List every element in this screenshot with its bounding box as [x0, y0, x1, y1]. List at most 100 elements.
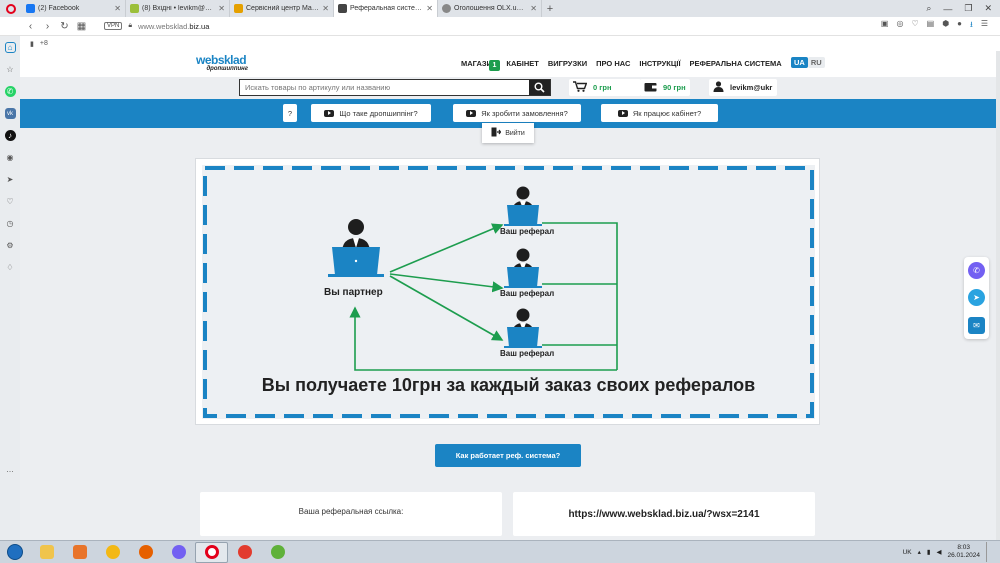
- user-menu-button[interactable]: levikm@ukr: [709, 79, 777, 96]
- lang-ua[interactable]: UA: [791, 57, 808, 68]
- player-icon[interactable]: ◉: [5, 152, 16, 163]
- taskbar-utorrent[interactable]: [261, 542, 294, 563]
- clock-time: 8:03: [957, 544, 971, 551]
- whatsapp-icon[interactable]: ✆: [4, 86, 16, 97]
- browser-tab[interactable]: (8) Вхідні • levikm@ukr.net ✕: [126, 0, 230, 17]
- wallet-sum: 90 грн: [663, 83, 686, 92]
- tiktok-icon[interactable]: ♪: [4, 130, 16, 141]
- easy-setup-icon[interactable]: ☰: [981, 19, 988, 33]
- speed-dial-icon[interactable]: ☆: [5, 64, 16, 75]
- lang-ru[interactable]: RU: [807, 57, 825, 68]
- websklad-favicon-icon: [338, 4, 347, 13]
- wallet-button[interactable]: 90 грн: [640, 79, 690, 96]
- tips-icon[interactable]: ♢: [5, 262, 16, 273]
- taskbar-app2[interactable]: [228, 542, 261, 563]
- web-page: websklad дропшиппинг МАГАЗИН 1 КАБІНЕТ ВИ…: [20, 51, 1000, 540]
- forward-icon[interactable]: ›: [39, 21, 56, 32]
- referral-link-label-box: Ваша реферальная ссылка:: [200, 492, 502, 536]
- close-tab-icon[interactable]: ✕: [322, 4, 329, 13]
- settings-icon[interactable]: ⚙: [5, 240, 16, 251]
- show-desktop-button[interactable]: [986, 542, 994, 562]
- close-tab-icon[interactable]: ✕: [218, 4, 225, 13]
- tray-volume-icon[interactable]: ◀: [936, 548, 941, 556]
- taskbar-viber[interactable]: [162, 542, 195, 563]
- close-tab-icon[interactable]: ✕: [114, 4, 121, 13]
- viber-icon[interactable]: ✆: [968, 262, 985, 280]
- taskbar-firefox[interactable]: [129, 542, 162, 563]
- logo-sub-text: дропшиппинг: [206, 66, 248, 72]
- cart-sum: 0 грн: [593, 83, 612, 92]
- heart-icon[interactable]: ♡: [5, 196, 16, 207]
- bookmark-file-icon[interactable]: ▮: [30, 40, 34, 48]
- snapshot-icon[interactable]: ◎: [896, 19, 903, 33]
- tray-lang[interactable]: UK: [903, 549, 912, 556]
- camera-icon[interactable]: ▣: [881, 19, 889, 33]
- taskbar-app[interactable]: [96, 542, 129, 563]
- reload-icon[interactable]: ↻: [56, 21, 73, 32]
- search-icon: [534, 82, 545, 93]
- referral-link-box[interactable]: https://www.websklad.biz.ua/?wsx=2141: [513, 492, 815, 536]
- opera-menu-icon[interactable]: [0, 0, 22, 17]
- tabs-grid-icon[interactable]: ▦: [73, 21, 90, 32]
- vpn-badge[interactable]: VPN: [104, 22, 123, 30]
- clock[interactable]: 8:03 26.01.2024: [947, 544, 980, 560]
- email-icon[interactable]: ✉: [968, 316, 985, 334]
- bookmark-heart-icon[interactable]: ♡: [911, 19, 918, 33]
- nav-instructions[interactable]: ІНСТРУКЦІЇ: [639, 59, 680, 79]
- search-button[interactable]: [529, 80, 550, 95]
- nav-referral-system[interactable]: РЕФЕРАЛЬНА СИСТЕМА: [690, 59, 782, 79]
- video-order-button[interactable]: Як зробити замовлення?: [453, 104, 581, 122]
- video-dropshipping-button[interactable]: Що таке дропшиппінг?: [311, 104, 431, 122]
- wallet-icon[interactable]: ▤: [927, 19, 935, 33]
- close-tab-icon[interactable]: ✕: [530, 4, 537, 13]
- send-icon[interactable]: ➤: [5, 174, 16, 185]
- folder-icon: [39, 545, 54, 559]
- browser-tab[interactable]: Оголошення OLX.ua: сервіс ✕: [438, 0, 542, 17]
- clock-date: 26.01.2024: [947, 552, 980, 559]
- nav-cabinet[interactable]: КАБІНЕТ: [506, 59, 538, 79]
- more-icon[interactable]: …: [5, 464, 16, 475]
- minimize-icon[interactable]: —: [943, 4, 952, 14]
- logout-link[interactable]: Вийти: [505, 130, 525, 137]
- tab-title: (8) Вхідні • levikm@ukr.net: [142, 5, 215, 12]
- extensions-icon[interactable]: ⬢: [942, 19, 949, 33]
- vk-icon[interactable]: vk: [4, 108, 16, 119]
- new-tab-button[interactable]: +: [542, 0, 558, 17]
- home-icon[interactable]: ⌂: [4, 42, 16, 53]
- lock-icon[interactable]: 🔒︎: [128, 22, 132, 30]
- search-tabs-icon[interactable]: ⌕: [926, 3, 931, 14]
- tray-arrow-icon[interactable]: ▴: [918, 548, 921, 556]
- browser-tab[interactable]: Сервісний центр Махрео ✕: [230, 0, 334, 17]
- back-icon[interactable]: ‹: [22, 21, 39, 32]
- referral-headline: Вы получаете 10грн за каждый заказ своих…: [261, 375, 756, 395]
- download-icon[interactable]: ⭳: [970, 19, 973, 33]
- profile-icon[interactable]: ●: [957, 19, 962, 33]
- user-icon: [713, 81, 724, 94]
- nav-exports[interactable]: ВИГРУЗКИ: [548, 59, 587, 79]
- start-button[interactable]: [0, 544, 30, 560]
- page-scrollbar[interactable]: [996, 51, 1000, 540]
- url-field[interactable]: www.websklad.biz.ua: [138, 22, 209, 31]
- cart-button[interactable]: 0 грн: [569, 79, 641, 96]
- bookmarks-more[interactable]: +8: [40, 40, 48, 47]
- tray-network-icon[interactable]: ▮: [927, 548, 931, 556]
- browser-tab[interactable]: (2) Facebook ✕: [22, 0, 126, 17]
- help-button[interactable]: ?: [283, 104, 297, 122]
- websklad-logo[interactable]: websklad дропшиппинг: [196, 54, 248, 73]
- how-referral-works-button[interactable]: Как работает реф. система?: [435, 444, 581, 467]
- close-tab-icon[interactable]: ✕: [426, 4, 433, 13]
- taskbar-media[interactable]: [63, 542, 96, 563]
- maximize-icon[interactable]: ❐: [964, 3, 972, 14]
- close-window-icon[interactable]: ✕: [984, 3, 992, 14]
- browser-tab-active[interactable]: Реферальная система • дропшиппинг ✕: [334, 0, 438, 17]
- taskbar-opera[interactable]: [195, 541, 228, 563]
- history-icon[interactable]: ◷: [5, 218, 16, 229]
- telegram-icon[interactable]: ➤: [968, 289, 985, 307]
- taskbar-explorer[interactable]: [30, 542, 63, 563]
- site-header: websklad дропшиппинг МАГАЗИН 1 КАБІНЕТ ВИ…: [20, 51, 1000, 77]
- referral-link-value[interactable]: https://www.websklad.biz.ua/?wsx=2141: [568, 509, 759, 520]
- video-cabinet-button[interactable]: Як працює кабінет?: [601, 104, 718, 122]
- search-input[interactable]: [240, 80, 529, 95]
- nav-shop[interactable]: МАГАЗИН 1: [461, 59, 500, 79]
- nav-about[interactable]: ПРО НАС: [596, 59, 630, 79]
